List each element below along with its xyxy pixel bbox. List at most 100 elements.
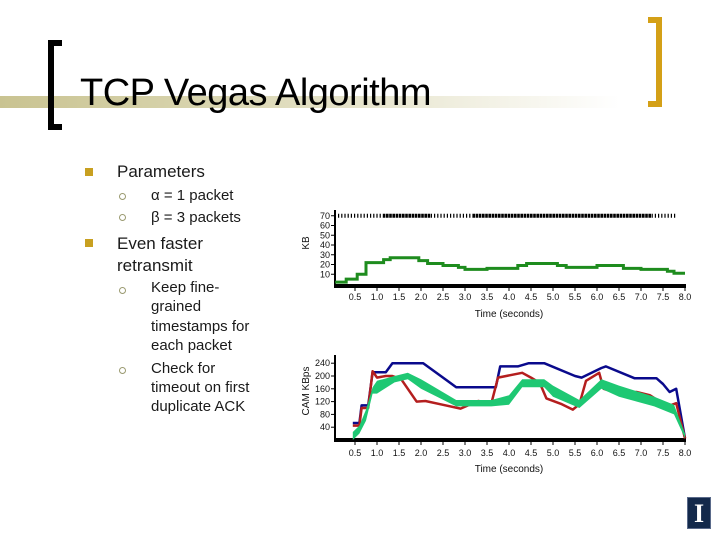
event-mark: [450, 213, 452, 218]
event-mark: [587, 213, 591, 218]
event-mark: [574, 213, 578, 218]
event-mark: [392, 213, 395, 218]
event-mark: [411, 213, 415, 218]
x-tick-label: 7.5: [657, 448, 670, 458]
x-tick-label: 3.0: [459, 292, 472, 302]
y-tick-label: 10: [320, 269, 330, 279]
event-mark: [533, 213, 536, 218]
y-tick-label: 200: [315, 371, 330, 381]
series-line-red: [352, 369, 687, 439]
event-mark: [382, 213, 386, 218]
event-mark: [568, 213, 571, 218]
x-tick-label: 3.0: [459, 448, 472, 458]
event-mark: [558, 213, 562, 218]
x-tick-label: 5.5: [569, 292, 582, 302]
event-mark: [501, 213, 504, 218]
event-mark: [437, 213, 439, 218]
event-mark: [421, 213, 424, 218]
event-mark: [341, 213, 343, 218]
event-mark: [546, 213, 549, 218]
y-axis-label: CAM KBps: [301, 367, 312, 416]
event-mark: [642, 213, 645, 218]
y-tick-label: 80: [320, 409, 330, 419]
event-mark: [600, 213, 603, 218]
event-mark: [414, 213, 418, 218]
event-mark: [466, 213, 468, 218]
y-tick-label: 70: [320, 211, 330, 221]
event-mark: [453, 213, 455, 218]
x-tick-label: 8.0: [679, 448, 692, 458]
event-mark: [386, 213, 389, 218]
event-mark: [366, 213, 368, 218]
event-mark: [360, 213, 362, 218]
x-tick-label: 8.0: [679, 292, 692, 302]
event-mark: [536, 213, 539, 218]
x-tick-label: 1.5: [393, 292, 406, 302]
event-mark: [514, 213, 517, 218]
x-tick-label: 6.0: [591, 448, 604, 458]
event-mark: [606, 213, 610, 218]
x-tick-label: 5.5: [569, 448, 582, 458]
event-mark: [478, 213, 482, 218]
event-mark: [363, 213, 365, 218]
event-mark: [498, 213, 501, 218]
event-mark: [482, 213, 485, 218]
x-tick-label: 5.0: [547, 292, 560, 302]
y-tick-label: 50: [320, 230, 330, 240]
event-mark: [530, 213, 533, 218]
y-tick-label: 20: [320, 260, 330, 270]
event-mark: [648, 213, 651, 218]
event-mark: [338, 213, 340, 218]
y-axis-label: KB: [301, 236, 312, 250]
event-mark: [472, 213, 475, 218]
event-mark: [344, 213, 346, 218]
event-mark: [635, 213, 639, 218]
event-mark: [549, 213, 552, 218]
event-mark: [629, 213, 632, 218]
event-mark: [485, 213, 488, 218]
event-mark: [590, 213, 594, 218]
event-mark: [373, 213, 375, 218]
event-mark: [562, 213, 565, 218]
y-tick-label: 40: [320, 240, 330, 250]
event-mark: [504, 213, 507, 218]
event-mark: [459, 213, 461, 218]
event-mark: [376, 213, 378, 218]
event-mark: [651, 213, 653, 218]
event-mark: [350, 213, 352, 218]
event-mark: [616, 213, 619, 218]
x-tick-label: 4.5: [525, 448, 538, 458]
event-mark: [632, 213, 635, 218]
x-tick-label: 2.5: [437, 292, 450, 302]
event-mark: [626, 213, 629, 218]
charts-canvas: 0.5 1.0 1.5 2.0 2.5 3.0 3.5 4.0 4.5 5.0 5.5 6.0 6.5 7…: [301, 210, 692, 475]
event-mark: [613, 213, 616, 218]
event-mark: [418, 213, 421, 218]
event-mark: [443, 213, 445, 218]
event-mark: [622, 213, 626, 218]
event-mark: [571, 213, 575, 218]
event-mark: [523, 213, 527, 218]
event-mark: [619, 213, 623, 218]
event-mark: [552, 213, 555, 218]
event-mark: [555, 213, 559, 218]
event-mark: [430, 213, 432, 218]
event-mark: [565, 213, 568, 218]
y-tick-label: 120: [315, 397, 330, 407]
event-mark: [456, 213, 458, 218]
event-mark: [357, 213, 359, 218]
x-tick-label: 2.5: [437, 448, 450, 458]
event-mark: [440, 213, 442, 218]
event-mark: [526, 213, 530, 218]
event-mark: [603, 213, 607, 218]
event-mark: [539, 213, 543, 218]
event-mark: [654, 213, 656, 218]
x-tick-label: 7.0: [635, 448, 648, 458]
x-tick-label: 6.0: [591, 292, 604, 302]
event-mark: [398, 213, 402, 218]
event-mark: [597, 213, 600, 218]
event-mark: [491, 213, 495, 218]
event-mark: [670, 213, 672, 218]
event-mark: [664, 213, 666, 218]
event-mark: [542, 213, 546, 218]
